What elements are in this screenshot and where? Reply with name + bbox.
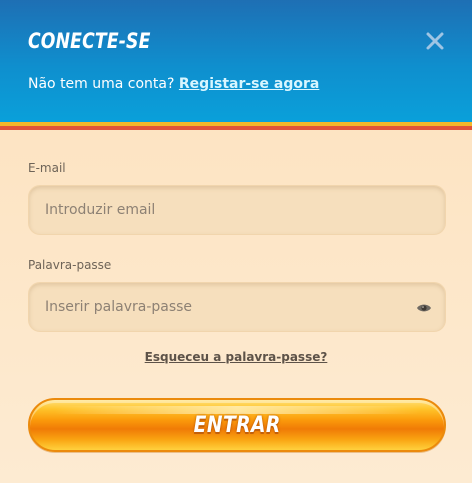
signup-prompt: Não tem uma conta? Registar-se agora — [28, 76, 319, 92]
eye-icon — [417, 304, 431, 312]
email-label: E-mail — [28, 161, 66, 175]
signup-link[interactable]: Registar-se agora — [179, 76, 319, 92]
submit-button-label: ENTRAR — [193, 412, 281, 438]
password-visibility-toggle[interactable] — [415, 299, 433, 317]
submit-button[interactable]: ENTRAR — [28, 398, 446, 452]
email-field[interactable] — [29, 186, 445, 234]
no-account-text: Não tem uma conta? — [28, 76, 175, 92]
password-field-wrapper — [28, 282, 446, 332]
close-button[interactable] — [422, 28, 448, 54]
login-modal: CONECTE-SE Não tem uma conta? Registar-s… — [0, 0, 472, 483]
modal-title: CONECTE-SE — [28, 29, 151, 53]
close-icon — [426, 32, 444, 50]
password-field[interactable] — [29, 283, 445, 331]
password-label: Palavra-passe — [28, 258, 112, 272]
forgot-password-link[interactable]: Esqueceu a palavra-passe? — [0, 350, 472, 364]
email-field-wrapper — [28, 185, 446, 235]
modal-header: CONECTE-SE Não tem uma conta? Registar-s… — [0, 0, 472, 122]
